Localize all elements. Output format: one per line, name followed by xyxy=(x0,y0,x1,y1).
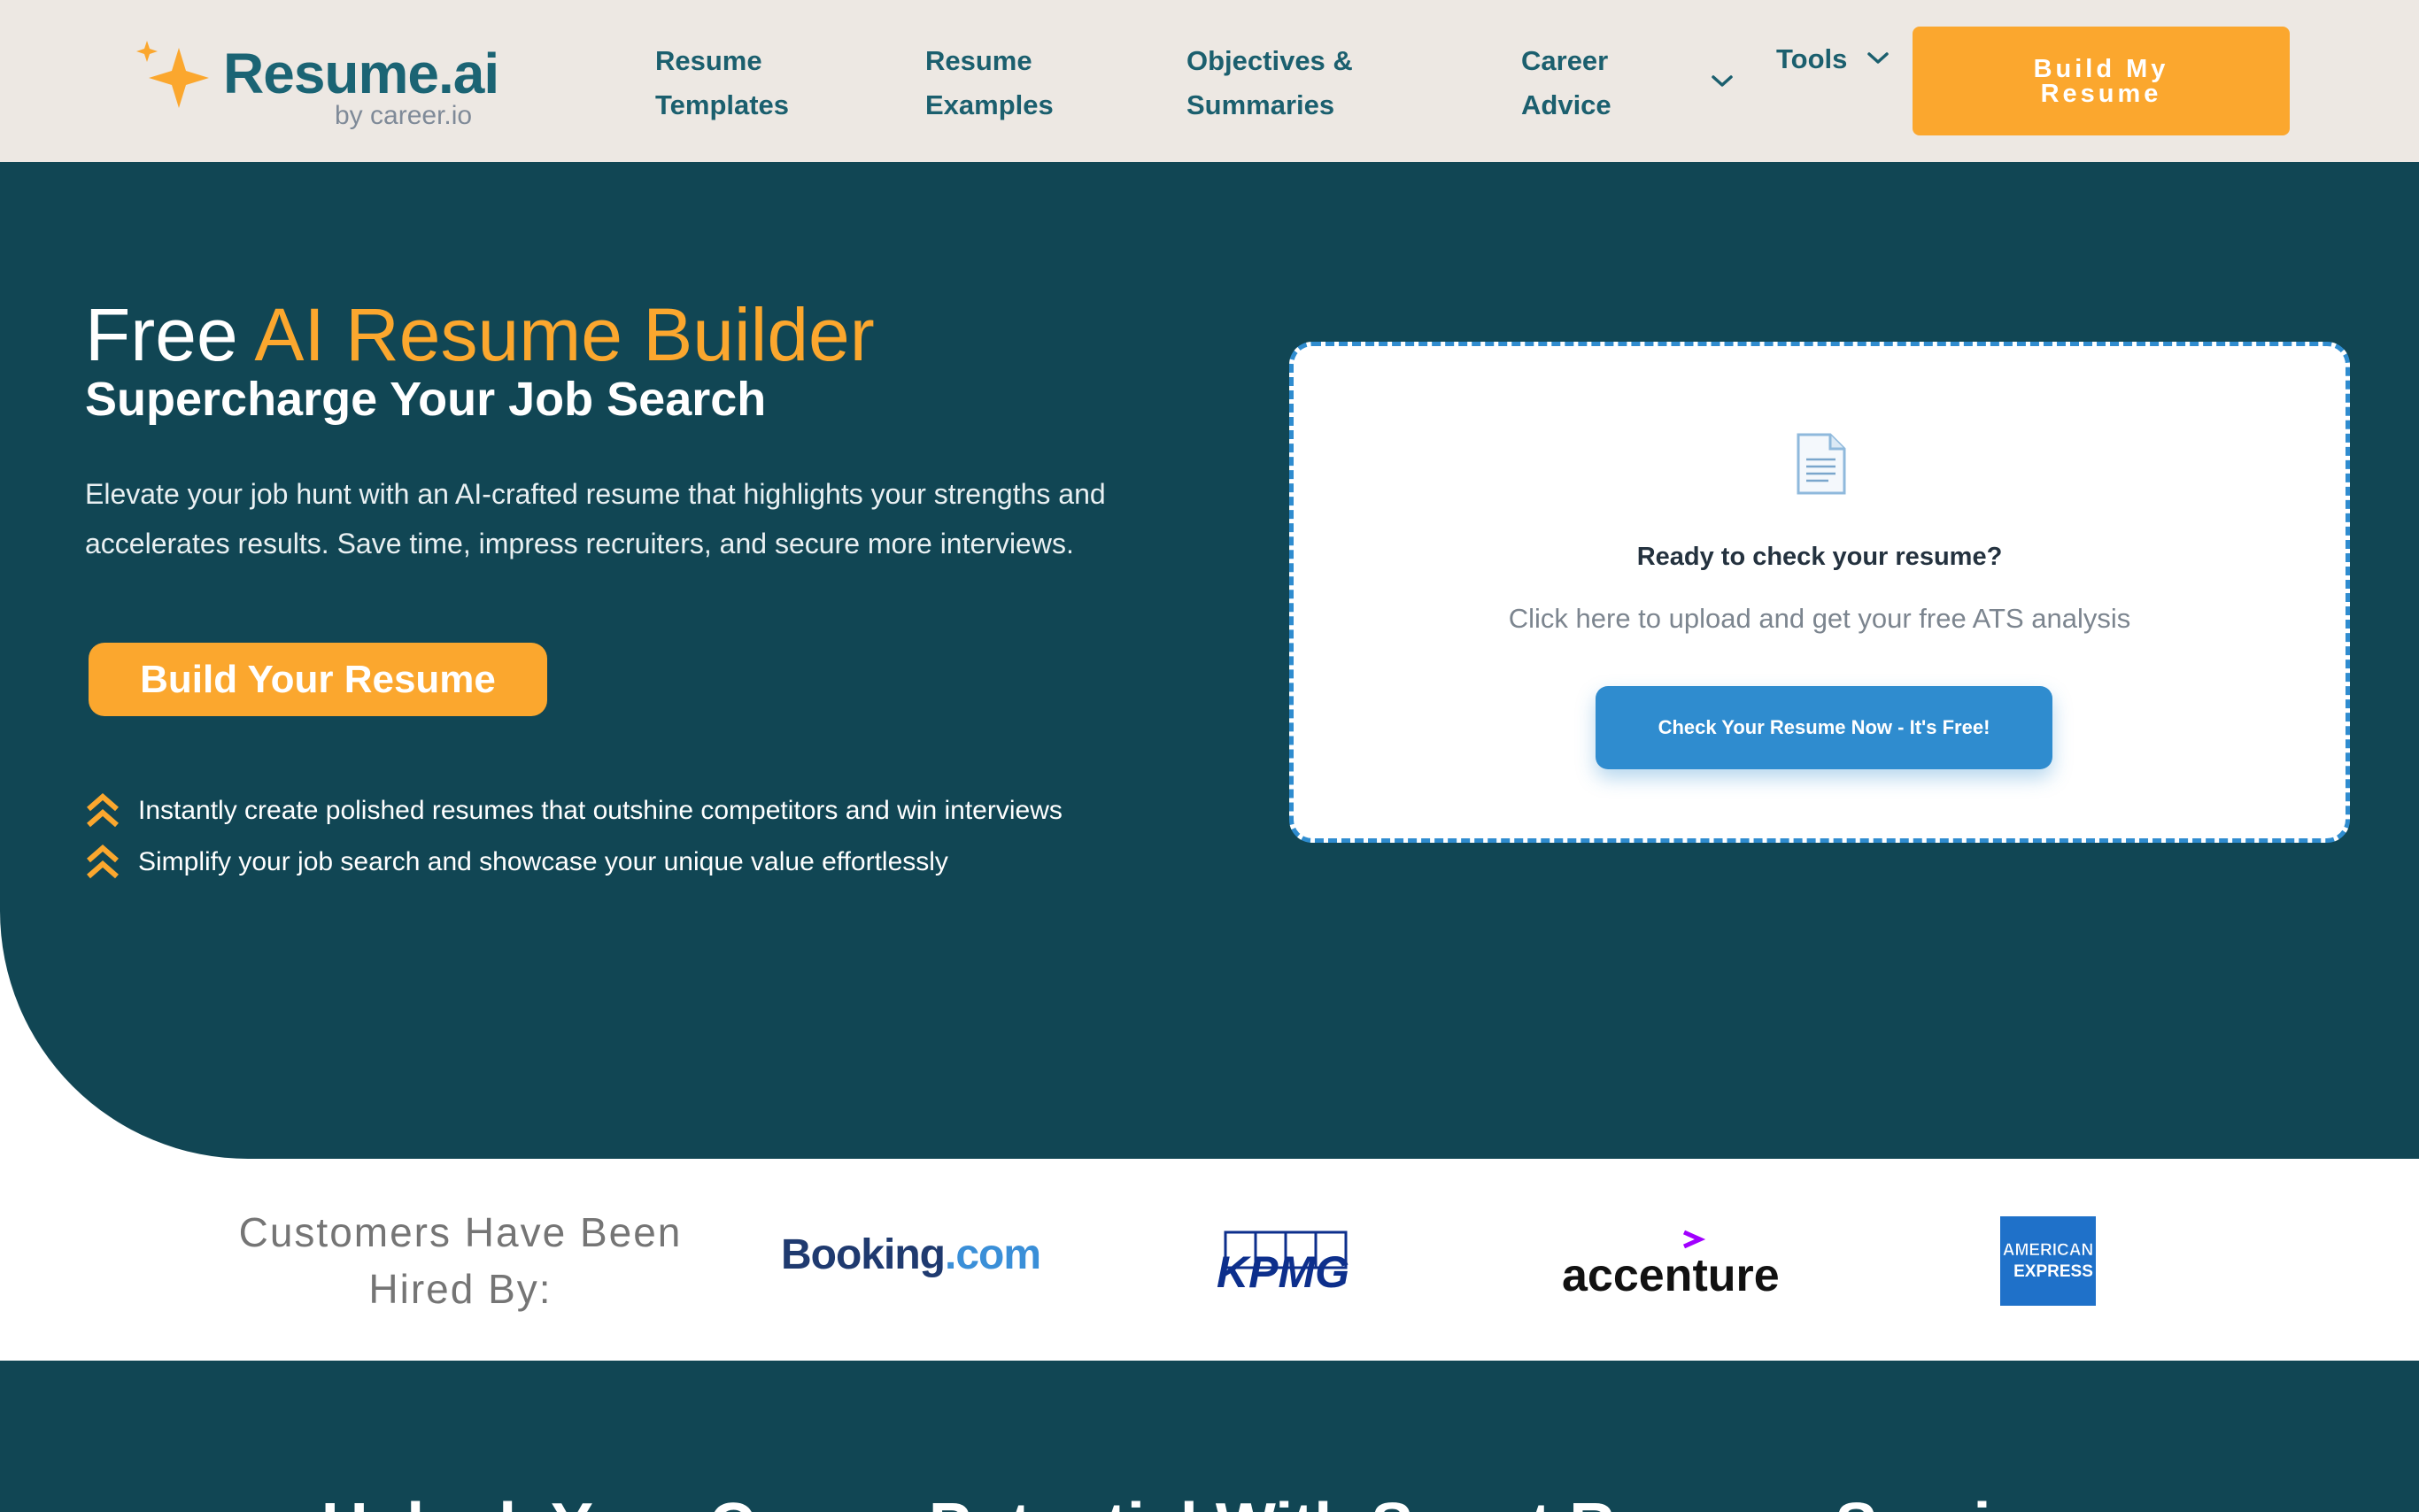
feature-bullet: Simplify your job search and showcase yo… xyxy=(85,841,948,883)
svg-text:AMERICAN: AMERICAN xyxy=(2003,1241,2093,1260)
nav-tools[interactable]: Tools xyxy=(1776,39,1847,80)
document-icon xyxy=(1797,433,1846,495)
sparkle-icon xyxy=(136,41,209,108)
chevron-down-icon[interactable] xyxy=(1711,74,1734,89)
hired-by-label: Customers Have Been Hired By: xyxy=(238,1209,683,1312)
hero-subtitle: Supercharge Your Job Search xyxy=(85,373,767,426)
nav-career-advice[interactable]: Career Advice xyxy=(1521,39,1611,127)
logo-byline: by career.io xyxy=(335,101,473,130)
logo-name: Resume.ai xyxy=(223,42,499,105)
booking-logo: Booking.com xyxy=(781,1231,1041,1278)
upload-card-text: Click here to upload and get your free A… xyxy=(1508,603,2131,634)
hero-description: Elevate your job hunt with an AI-crafted… xyxy=(85,478,1106,559)
resume-upload-dropzone[interactable]: Ready to check your resume? Click here t… xyxy=(1289,342,2350,843)
services-heading: Unlock Your Career Potential With Smart … xyxy=(0,1490,2419,1512)
nav-resume-examples[interactable]: Resume Examples xyxy=(925,39,1054,127)
hero-title: Free AI Resume Builder xyxy=(85,293,875,376)
kpmg-logo: KPMG xyxy=(1217,1230,1349,1292)
american-express-logo: AMERICAN EXPRESS xyxy=(2000,1216,2096,1306)
build-your-resume-button[interactable]: Build Your Resume xyxy=(89,643,547,716)
kpmg-wordmark: KPMG xyxy=(1217,1247,1349,1292)
double-chevron-up-icon xyxy=(87,845,119,879)
services-section: Unlock Your Career Potential With Smart … xyxy=(0,1361,2419,1512)
nav-resume-templates[interactable]: Resume Templates xyxy=(655,39,789,127)
check-resume-button[interactable]: Check Your Resume Now - It's Free! xyxy=(1596,686,2052,769)
accenture-logo: accenture xyxy=(1562,1230,1780,1300)
feature-bullet: Instantly create polished resumes that o… xyxy=(85,790,1063,832)
nav-objectives-summaries[interactable]: Objectives & Summaries xyxy=(1186,39,1353,127)
upload-card-title: Ready to check your resume? xyxy=(1636,543,2003,571)
resume-ai-logo[interactable]: Resume.ai by career.io xyxy=(133,35,499,142)
double-chevron-up-icon xyxy=(87,793,119,828)
svg-text:EXPRESS: EXPRESS xyxy=(2013,1262,2093,1281)
build-my-resume-button[interactable]: Build My Resume xyxy=(1913,27,2290,135)
site-header: Resume.ai by career.io Resume Templates … xyxy=(0,0,2419,162)
chevron-down-icon[interactable] xyxy=(1866,51,1890,66)
accenture-wordmark: accenture xyxy=(1562,1250,1780,1300)
